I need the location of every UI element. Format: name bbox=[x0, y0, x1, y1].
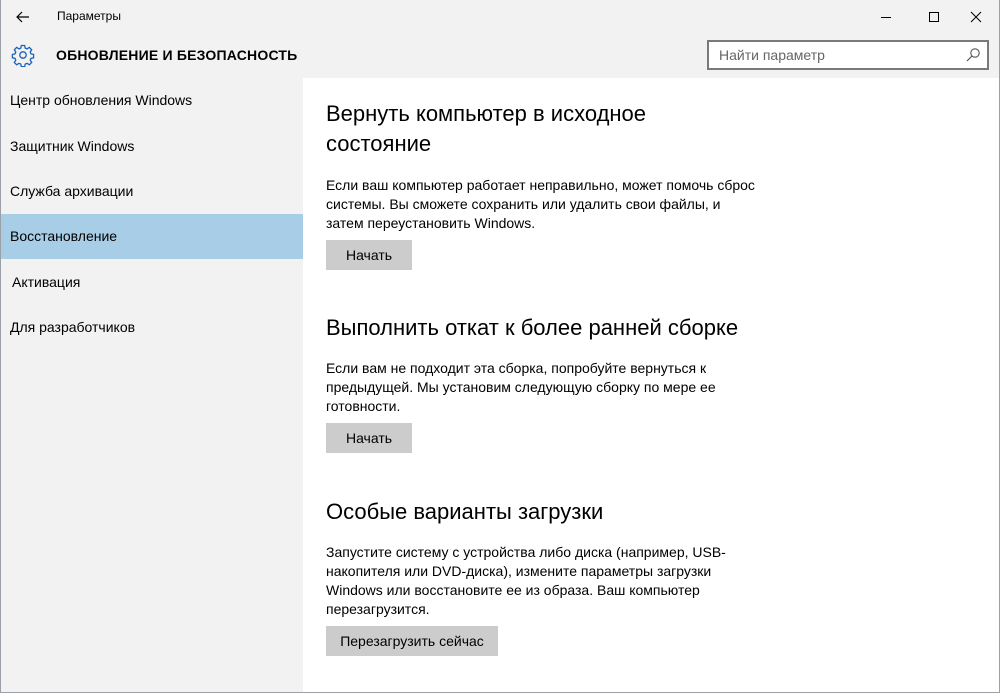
section-title-rollback: Выполнить откат к более ранней сборке bbox=[326, 315, 739, 340]
maximize-button[interactable] bbox=[911, 0, 957, 34]
sidebar-nav: Центр обновления Windows Защитник Window… bbox=[1, 78, 303, 692]
section-title-reset: Вернуть компьютер в исходное состояние bbox=[326, 101, 647, 156]
sidebar-item-label: Защитник Windows bbox=[10, 138, 135, 154]
gear-icon bbox=[11, 44, 35, 67]
sidebar-item-backup[interactable]: Служба архивации bbox=[1, 169, 303, 214]
minimize-button[interactable] bbox=[863, 0, 909, 34]
sidebar-item-windows-update[interactable]: Центр обновления Windows bbox=[1, 78, 303, 123]
rollback-start-button[interactable]: Начать bbox=[326, 423, 412, 453]
sidebar-item-recovery[interactable]: Восстановление bbox=[1, 214, 303, 259]
page-header: ОБНОВЛЕНИЕ И БЕЗОПАСНОСТЬ bbox=[1, 34, 999, 76]
sidebar-item-activation[interactable]: Активация bbox=[1, 260, 303, 305]
sidebar-item-label: Восстановление bbox=[10, 228, 118, 244]
search-box[interactable] bbox=[707, 40, 989, 70]
sidebar-item-label: Для разработчиков bbox=[10, 319, 136, 335]
restart-now-button[interactable]: Перезагрузить сейчас bbox=[326, 626, 498, 656]
section-title-advanced-startup: Особые варианты загрузки bbox=[326, 499, 604, 524]
maximize-icon bbox=[929, 12, 939, 22]
back-arrow-icon bbox=[16, 11, 29, 23]
sidebar-item-label: Активация bbox=[12, 274, 81, 290]
sidebar-item-windows-defender[interactable]: Защитник Windows bbox=[1, 124, 303, 169]
sidebar-item-label: Центр обновления Windows bbox=[10, 92, 193, 108]
reset-start-button[interactable]: Начать bbox=[326, 240, 412, 270]
main-content: Вернуть компьютер в исходное состояние Е… bbox=[303, 78, 999, 692]
app-title: Параметры bbox=[57, 9, 121, 23]
section-text-reset: Если ваш компьютер работает неправильно,… bbox=[326, 177, 755, 231]
page-title: ОБНОВЛЕНИЕ И БЕЗОПАСНОСТЬ bbox=[56, 47, 298, 63]
sidebar-item-developers[interactable]: Для разработчиков bbox=[1, 305, 303, 350]
settings-window: Параметры ОБНОВЛЕНИЕ И БЕЗОПАСНОСТЬ Найт… bbox=[0, 0, 1000, 693]
search-input[interactable] bbox=[709, 42, 959, 68]
section-text-advanced-startup: Запустите систему с устройства либо диск… bbox=[326, 544, 726, 617]
close-button[interactable] bbox=[953, 0, 999, 34]
sidebar-item-label: Служба архивации bbox=[10, 183, 134, 199]
close-icon bbox=[970, 11, 982, 23]
section-text-rollback: Если вам не подходит эта сборка, попробу… bbox=[326, 360, 716, 414]
title-bar: Параметры bbox=[1, 0, 999, 34]
minimize-icon bbox=[881, 17, 891, 18]
search-icon[interactable] bbox=[965, 47, 981, 63]
back-button[interactable] bbox=[9, 4, 37, 30]
